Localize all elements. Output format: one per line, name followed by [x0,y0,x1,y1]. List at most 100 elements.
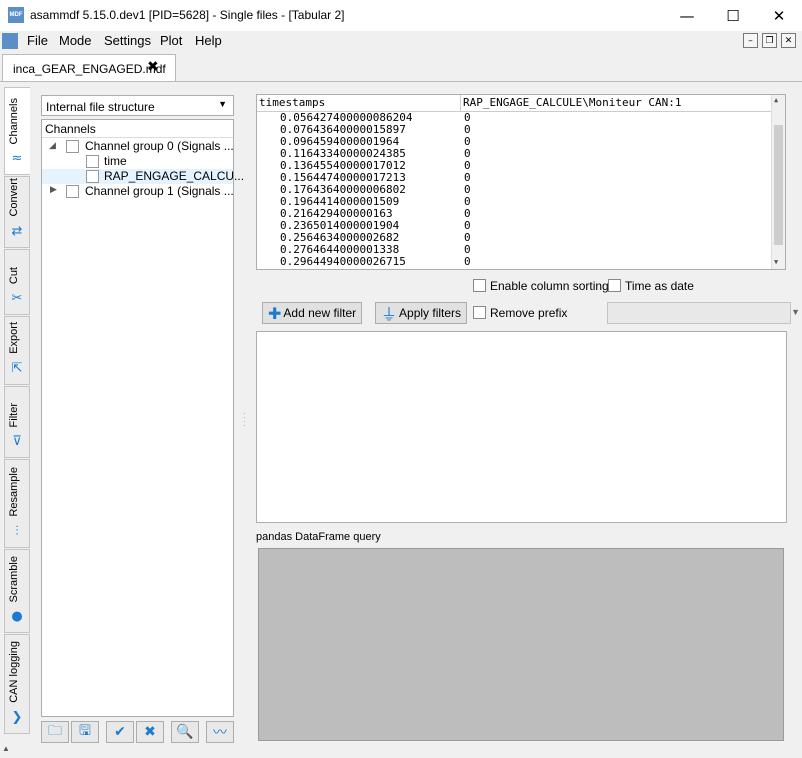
menu-settings[interactable]: Settings [104,33,151,48]
tab-scramble-label: Scramble [8,555,20,602]
tree-item-rap-engage[interactable]: RAP_ENGAGE_CALCU... [42,169,244,184]
expand-arrow-icon[interactable]: ◢ [49,141,56,151]
remove-prefix-label: Remove prefix [490,306,568,320]
tree-item-label: Channel group 0 (Signals ... [85,139,234,153]
tab-cut-label: Cut [8,266,20,284]
export-icon: ⇱ [11,361,23,376]
plus-icon: ✚ [268,303,282,323]
scrollbar-thumb[interactable] [774,125,783,245]
save-button[interactable]: 🖫 [71,721,99,743]
check-all-button[interactable]: ✔ [106,721,134,743]
apply-filters-label: Apply filters [399,306,462,320]
column-header-signal[interactable]: RAP_ENGAGE_CALCULE\Moniteur CAN:1 [463,96,682,109]
menu-mode[interactable]: Mode [59,33,92,48]
mdi-restore-button[interactable]: ❐ [762,33,777,48]
uncheck-all-button[interactable]: ✖ [136,721,164,743]
tab-channels[interactable]: Channels ≈ [4,87,30,175]
add-filter-button[interactable]: ✚ Add new filter [262,302,363,324]
tree-item-time[interactable]: time [42,154,233,169]
chevron-down-icon: ▼ [218,99,227,109]
tab-export[interactable]: Export ⇱ [4,316,30,385]
column-separator [460,95,461,112]
tab-export-label: Export [8,322,20,354]
mdi-close-button[interactable]: ✕ [781,33,796,48]
time-as-date-checkbox[interactable] [608,279,621,292]
tab-can-logging[interactable]: CAN logging ❯ [4,634,30,734]
tree-header-label: Channels [45,122,96,136]
plot-icon: 〰 [213,725,227,741]
scramble-icon: ● [11,609,23,624]
maximize-button[interactable]: ☐ [710,0,756,31]
tree-item-label: Channel group 1 (Signals ... [85,184,234,198]
remove-prefix-checkbox[interactable] [473,306,486,319]
checkbox[interactable] [86,170,99,183]
minimize-button[interactable]: — [664,0,710,31]
scissors-icon: ✂ [11,291,23,306]
scroll-up-icon[interactable]: ▲ [774,96,778,104]
vertical-scrollbar[interactable]: ▲ ▼ [771,95,785,269]
table-header: timestamps RAP_ENGAGE_CALCULE\Moniteur C… [257,95,773,112]
menu-bar: File Mode Settings Plot Help – ❐ ✕ [0,31,802,51]
timestamp-cell: 0.29644940000026715 [280,255,406,268]
scroll-down-icon[interactable]: ▼ [774,258,778,266]
resample-icon: ⫶ [15,524,19,539]
can-icon: ❯ [11,710,23,725]
menu-plot[interactable]: Plot [160,33,182,48]
uncheck-all-icon: ✖ [144,724,156,740]
tab-convert-label: Convert [8,178,20,217]
mdi-minimize-button[interactable]: – [743,33,758,48]
tab-filter[interactable]: Filter ⊽ [4,386,30,458]
data-table[interactable]: timestamps RAP_ENGAGE_CALCULE\Moniteur C… [256,94,786,270]
chevron-down-icon: ▼ [791,307,800,317]
tree-item-label: RAP_ENGAGE_CALCU... [104,169,245,183]
add-filter-label: Add new filter [283,306,357,320]
checkbox[interactable] [66,140,79,153]
tree-header: Channels [42,120,233,138]
search-icon: 🔍 [176,724,194,740]
checkbox[interactable] [86,155,99,168]
filter-icon: ⊽ [12,434,22,449]
tab-scroll-arrow-icon[interactable]: ▲ [2,744,10,753]
tab-cut[interactable]: Cut ✂ [4,249,30,315]
structure-select-value: Internal file structure [46,100,155,114]
table-body: 0.056427400000086204 0 0.07643640000015897… [257,112,773,269]
table-row[interactable]: 0.29644940000026715 0 [257,256,773,268]
tab-resample[interactable]: Resample ⫶ [4,459,30,548]
channel-tree[interactable]: Channels ◢ Channel group 0 (Signals ... … [41,119,244,717]
close-tab-icon[interactable]: ✖ [147,59,159,75]
tab-divider [0,81,802,82]
mdi-app-icon [2,33,18,49]
app-icon: MDF [8,7,24,23]
tree-item-group-1[interactable]: ▶ Channel group 1 (Signals ... [42,184,234,199]
tab-filter-label: Filter [8,402,20,427]
filter-icon: ⏚ [381,305,398,324]
close-button[interactable]: ✕ [756,0,802,31]
tab-can-logging-label: CAN logging [8,641,20,703]
file-tab[interactable]: inca_GEAR_ENGAGED.mdf ✖ [2,54,176,81]
menu-help[interactable]: Help [195,33,222,48]
enable-sorting-label: Enable column sorting [490,279,609,293]
convert-icon: ⇄ [11,224,23,239]
query-input[interactable] [258,548,784,741]
structure-select[interactable]: Internal file structure ▼ [41,95,234,116]
tree-item-group-0[interactable]: ◢ Channel group 0 (Signals ... [42,139,234,154]
menu-file[interactable]: File [27,33,48,48]
checkbox[interactable] [66,185,79,198]
filter-list[interactable] [256,331,787,523]
splitter-handle[interactable]: · · · · [243,410,246,430]
check-all-icon: ✔ [114,724,126,740]
collapse-arrow-icon[interactable]: ▶ [50,185,57,195]
save-icon: 🖫 [79,723,91,739]
search-button[interactable]: 🔍 [171,721,199,743]
enable-sorting-checkbox[interactable] [473,279,486,292]
apply-filters-button[interactable]: ⏚ Apply filters [375,302,468,324]
tab-scramble[interactable]: Scramble ● [4,549,30,633]
prefix-select[interactable]: ▼ [607,302,800,324]
tab-convert[interactable]: Convert ⇄ [4,176,30,248]
plot-button[interactable]: 〰 [206,721,234,743]
channels-icon: ≈ [11,151,23,166]
open-folder-button[interactable]: 🗀 [41,721,69,743]
column-header-timestamps[interactable]: timestamps [259,96,325,109]
query-label: pandas DataFrame query [256,531,381,543]
title-bar: MDF asammdf 5.15.0.dev1 [PID=5628] - Sin… [0,0,802,31]
